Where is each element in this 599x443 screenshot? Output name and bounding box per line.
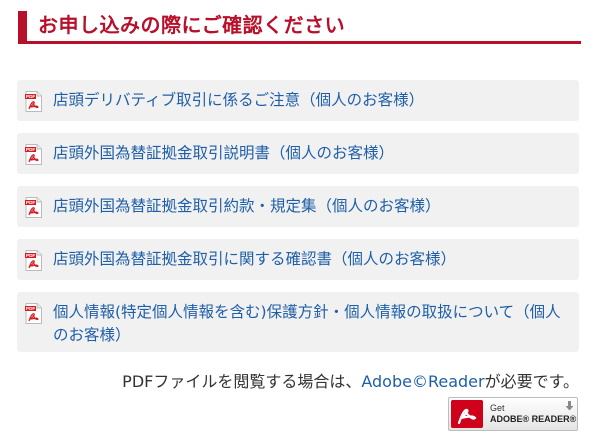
svg-text:PDF: PDF xyxy=(26,147,35,152)
get-adobe-reader-button[interactable]: Get ADOBE® READER® xyxy=(448,397,578,431)
document-label: 個人情報(特定個人情報を含む)保護方針・個人情報の取扱について（個人のお客様） xyxy=(53,303,561,344)
header-accent-bar xyxy=(18,11,27,41)
adobe-product-label: ADOBE® READER® xyxy=(490,414,577,424)
document-link-privacy-policy[interactable]: PDF 個人情報(特定個人情報を含む)保護方針・個人情報の取扱について（個人のお… xyxy=(17,292,579,352)
pdf-icon: PDF xyxy=(25,197,42,218)
section-header: お申し込みの際にご確認ください xyxy=(18,11,581,44)
document-link-fx-confirmation[interactable]: PDF 店頭外国為替証拠金取引に関する確認書（個人のお客様） xyxy=(17,239,579,280)
document-link-fx-explanation[interactable]: PDF 店頭外国為替証拠金取引説明書（個人のお客様） xyxy=(17,133,579,174)
pdf-icon: PDF xyxy=(25,144,42,165)
document-label: 店頭デリバティブ取引に係るご注意（個人のお客様） xyxy=(53,91,425,109)
note-suffix: が必要です。 xyxy=(484,372,579,391)
pdf-icon: PDF xyxy=(25,303,42,324)
adobe-logo-icon xyxy=(451,400,483,428)
document-label: 店頭外国為替証拠金取引約款・規定集（個人のお客様） xyxy=(53,197,441,215)
svg-text:PDF: PDF xyxy=(26,253,35,258)
note-prefix: PDFファイルを閲覧する場合は、 xyxy=(122,372,362,391)
document-label: 店頭外国為替証拠金取引に関する確認書（個人のお客様） xyxy=(53,250,457,268)
adobe-reader-note: PDFファイルを閲覧する場合は、Adobe©Readerが必要です。 xyxy=(122,371,579,393)
document-link-fx-terms[interactable]: PDF 店頭外国為替証拠金取引約款・規定集（個人のお客様） xyxy=(17,186,579,227)
svg-text:PDF: PDF xyxy=(26,306,35,311)
svg-text:PDF: PDF xyxy=(26,94,35,99)
document-list: PDF 店頭デリバティブ取引に係るご注意（個人のお客様） PDF 店頭外国為替証… xyxy=(17,80,581,364)
adobe-get-label: Get xyxy=(490,403,505,413)
page: お申し込みの際にご確認ください PDF 店頭デリバティブ取引に係るご注意（個人の… xyxy=(0,0,599,443)
download-arrow-icon xyxy=(565,401,574,411)
pdf-icon: PDF xyxy=(25,91,42,112)
document-label: 店頭外国為替証拠金取引説明書（個人のお客様） xyxy=(53,144,395,162)
svg-text:PDF: PDF xyxy=(26,200,35,205)
document-link-derivatives-notice[interactable]: PDF 店頭デリバティブ取引に係るご注意（個人のお客様） xyxy=(17,80,579,121)
page-title: お申し込みの際にご確認ください xyxy=(38,13,346,37)
pdf-icon: PDF xyxy=(25,250,42,271)
adobe-reader-link[interactable]: Adobe©Reader xyxy=(361,372,484,391)
